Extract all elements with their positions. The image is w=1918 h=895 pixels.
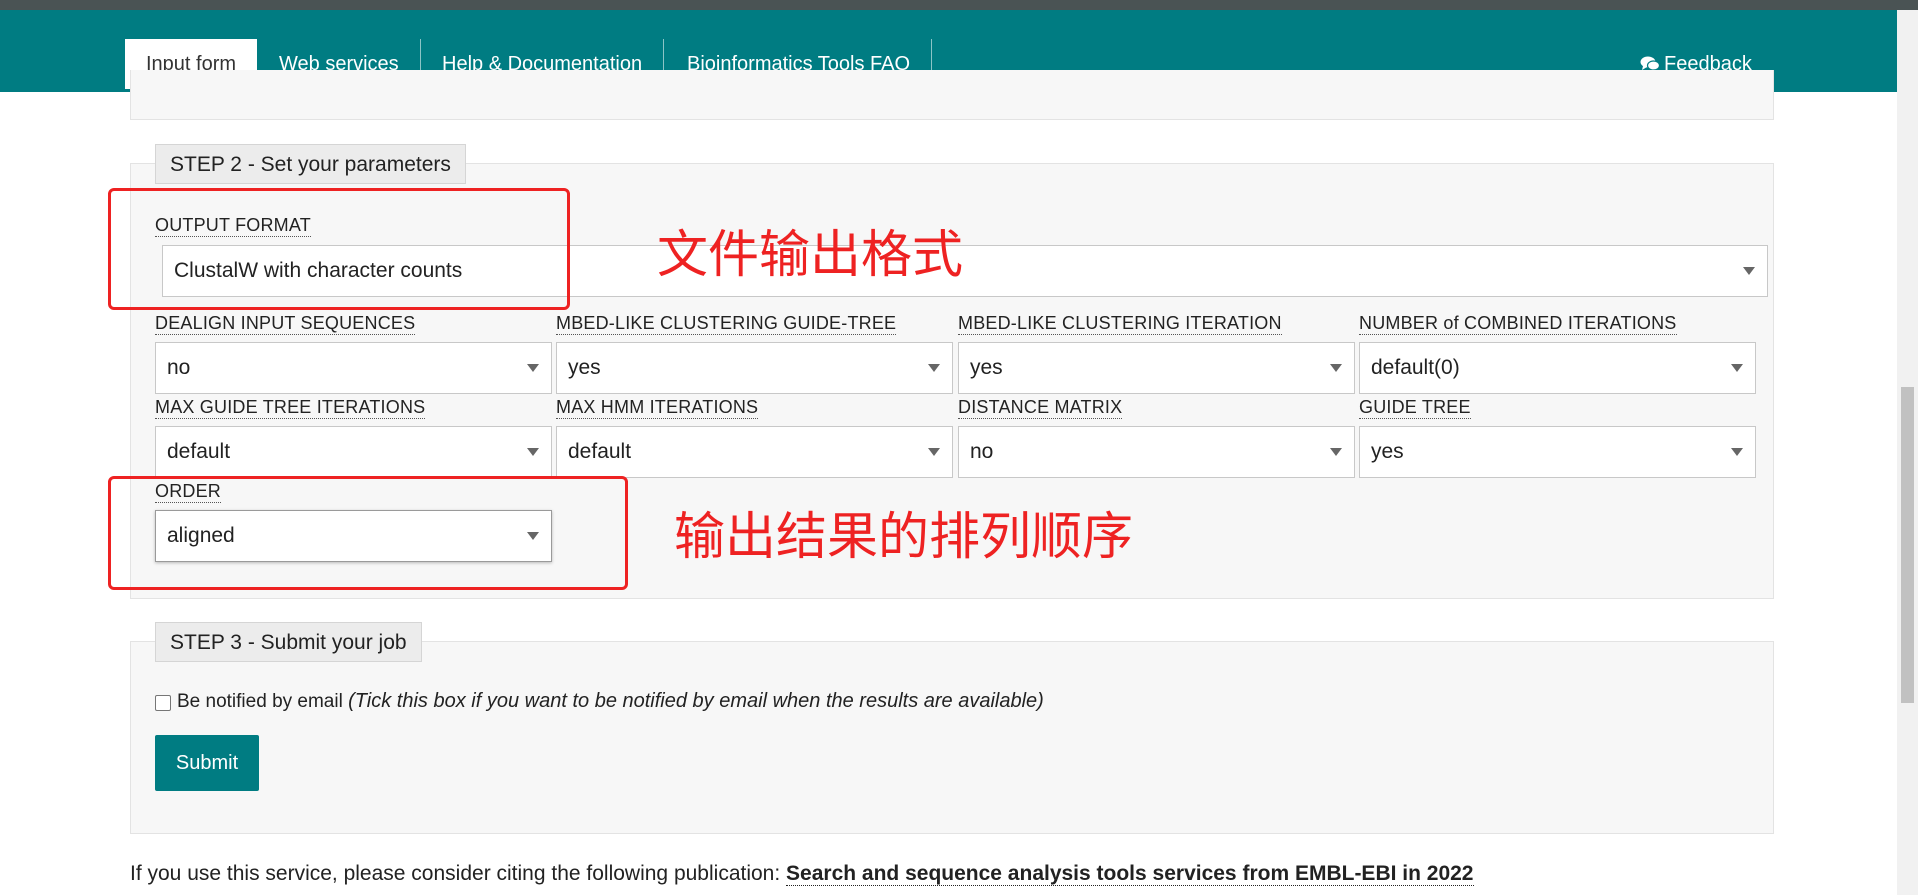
dealign-label: DEALIGN INPUT SEQUENCES bbox=[155, 313, 416, 335]
mbed-iteration-label: MBED-LIKE CLUSTERING ITERATION bbox=[958, 313, 1282, 335]
annotation-box-order bbox=[108, 476, 628, 590]
mbed-guide-tree-select[interactable]: yes bbox=[556, 342, 953, 394]
notify-email-hint: (Tick this box if you want to be notifie… bbox=[348, 690, 1044, 712]
mbed-iteration-select[interactable]: yes bbox=[958, 342, 1355, 394]
notify-email-label[interactable]: Be notified by email bbox=[177, 691, 343, 712]
notify-email-checkbox[interactable] bbox=[155, 695, 171, 711]
annotation-box-output-format bbox=[108, 188, 570, 310]
max-guide-tree-iterations-label: MAX GUIDE TREE ITERATIONS bbox=[155, 397, 426, 419]
chevron-down-icon bbox=[1743, 267, 1755, 275]
guide-tree-value: yes bbox=[1371, 440, 1404, 463]
max-guide-tree-iterations-select[interactable]: default bbox=[155, 426, 552, 478]
annotation-order-note: 输出结果的排列顺序 bbox=[674, 508, 1134, 567]
max-hmm-iterations-label: MAX HMM ITERATIONS bbox=[556, 397, 759, 419]
dealign-value: no bbox=[167, 356, 191, 379]
annotation-output-format-note: 文件输出格式 bbox=[657, 226, 964, 285]
chevron-down-icon bbox=[1330, 364, 1342, 372]
chevron-down-icon bbox=[1731, 364, 1743, 372]
max-guide-tree-iterations-value: default bbox=[167, 440, 231, 463]
notify-email-text: Be notified by email (Tick this box if y… bbox=[177, 690, 1044, 713]
dealign-select[interactable]: no bbox=[155, 342, 552, 394]
combined-iterations-value: default(0) bbox=[1371, 356, 1460, 379]
chevron-down-icon bbox=[928, 448, 940, 456]
browser-top-strip bbox=[0, 0, 1918, 10]
step2-legend: STEP 2 - Set your parameters bbox=[155, 144, 466, 184]
chevron-down-icon bbox=[527, 364, 539, 372]
mbed-iteration-value: yes bbox=[970, 356, 1003, 379]
chevron-down-icon bbox=[1330, 448, 1342, 456]
combined-iterations-select[interactable]: default(0) bbox=[1359, 342, 1756, 394]
max-hmm-iterations-value: default bbox=[568, 440, 632, 463]
guide-tree-label: GUIDE TREE bbox=[1359, 397, 1471, 419]
chevron-down-icon bbox=[1731, 448, 1743, 456]
max-hmm-iterations-select[interactable]: default bbox=[556, 426, 953, 478]
distance-matrix-value: no bbox=[970, 440, 994, 463]
scrollbar-thumb[interactable] bbox=[1901, 387, 1914, 703]
step3-legend: STEP 3 - Submit your job bbox=[155, 622, 422, 662]
distance-matrix-label: DISTANCE MATRIX bbox=[958, 397, 1123, 419]
citation-text: If you use this service, please consider… bbox=[130, 862, 1474, 886]
guide-tree-select[interactable]: yes bbox=[1359, 426, 1756, 478]
citation-link[interactable]: Search and sequence analysis tools servi… bbox=[786, 862, 1474, 886]
distance-matrix-select[interactable]: no bbox=[958, 426, 1355, 478]
submit-button[interactable]: Submit bbox=[155, 735, 259, 791]
chevron-down-icon bbox=[928, 364, 940, 372]
step3-panel bbox=[130, 641, 1774, 834]
citation-prefix: If you use this service, please consider… bbox=[130, 862, 781, 885]
step1-panel-bottom bbox=[130, 70, 1774, 120]
chevron-down-icon bbox=[527, 448, 539, 456]
combined-iterations-label: NUMBER of COMBINED ITERATIONS bbox=[1359, 313, 1677, 335]
mbed-guide-tree-label: MBED-LIKE CLUSTERING GUIDE-TREE bbox=[556, 313, 897, 335]
mbed-guide-tree-value: yes bbox=[568, 356, 601, 379]
